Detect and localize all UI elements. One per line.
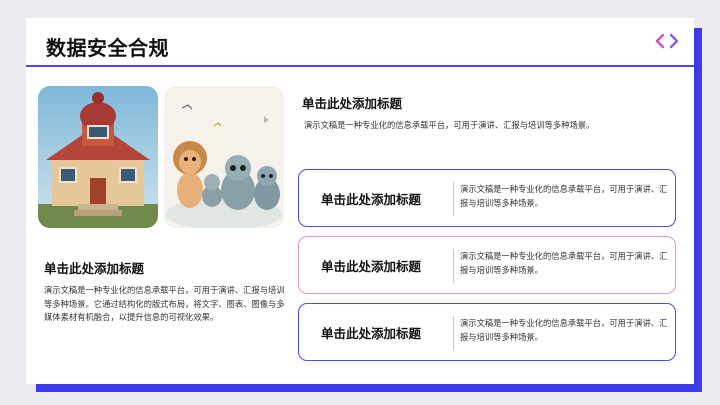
animals-image [164,86,284,228]
card-heading: 单击此处添加标题 [321,258,422,274]
card-body-text: 演示文稿是一种专业化的信息承载平台，可用于演讲、汇报与培训等多种场景。 [460,318,668,342]
slide: 数据安全合规 单击此处添加标题 演示文稿是一种专业化的信息承载平台，可用于演讲、… [26,18,694,384]
card-heading: 单击此处添加标题 [321,325,422,341]
title-divider [26,65,694,67]
chevron-left-right-icon[interactable] [654,32,680,50]
card-body-text: 演示文稿是一种专业化的信息承载平台，可用于演讲、汇报与培训等多种场景。 [460,251,668,275]
info-card-1[interactable]: 单击此处添加标题 演示文稿是一种专业化的信息承载平台，可用于演讲、汇报与培训等多… [298,169,676,227]
card-separator [453,316,454,350]
house-image [38,86,158,228]
left-body-text: 演示文稿是一种专业化的信息承载平台，可用于演讲、汇报与培训等多种场景。它通过结构… [44,285,285,323]
card-body-text: 演示文稿是一种专业化的信息承载平台，可用于演讲、汇报与培训等多种场景。 [460,184,668,208]
left-heading: 单击此处添加标题 [44,261,145,276]
page-title: 数据安全合规 [46,36,169,60]
info-card-2[interactable]: 单击此处添加标题 演示文稿是一种专业化的信息承载平台，可用于演讲、汇报与培训等多… [298,236,676,294]
info-card-3[interactable]: 单击此处添加标题 演示文稿是一种专业化的信息承载平台，可用于演讲、汇报与培训等多… [298,303,676,361]
right-body-text: 演示文稿是一种专业化的信息承载平台，可用于演讲、汇报与培训等多种场景。 [304,120,595,130]
card-heading: 单击此处添加标题 [321,191,422,207]
right-heading: 单击此处添加标题 [302,96,403,111]
card-separator [453,249,454,283]
card-separator [453,182,454,216]
